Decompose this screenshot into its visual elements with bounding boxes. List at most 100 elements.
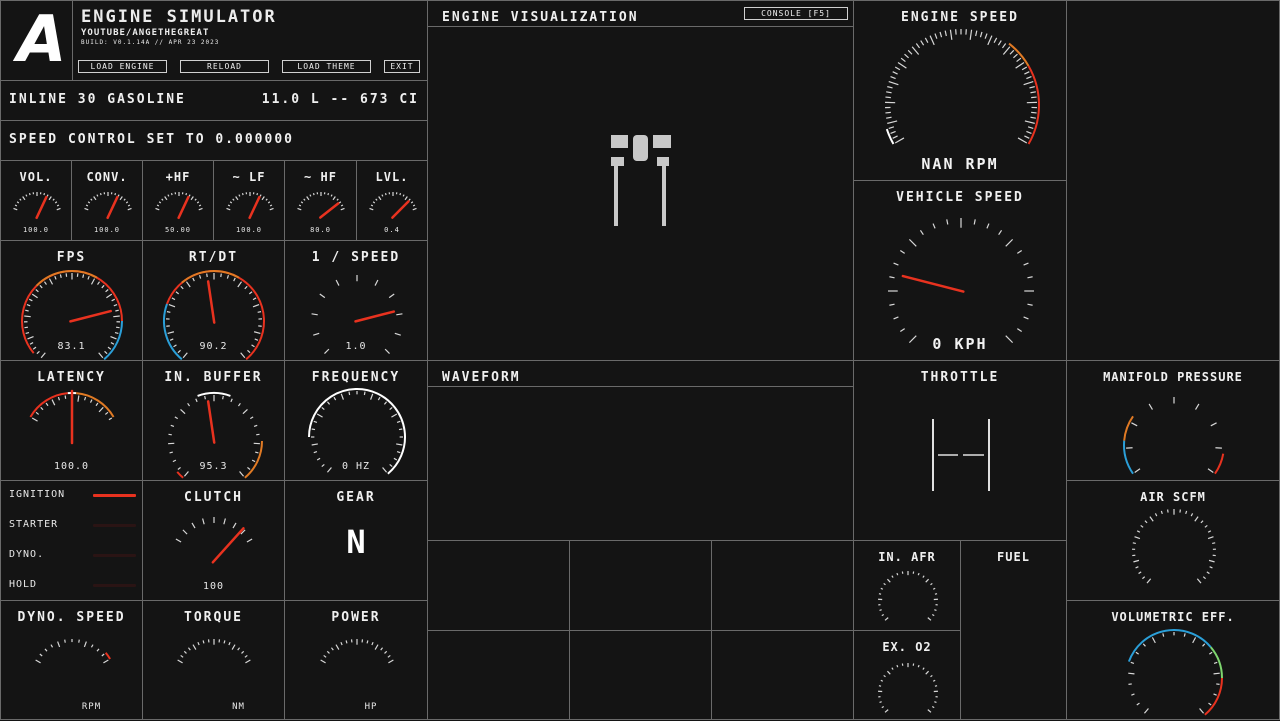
exit-button[interactable]: EXIT [384, 60, 420, 73]
gauge-tick [1210, 567, 1213, 568]
gauge-tick [926, 579, 929, 582]
gauge-tick [232, 645, 235, 650]
gauge-range-band [1009, 44, 1029, 66]
torque-unit: NM [193, 702, 284, 712]
gauge-tick [310, 195, 311, 197]
gauge-tick [327, 651, 329, 653]
gauge-tick [1144, 708, 1148, 713]
gauge-tick [909, 239, 916, 246]
gauge-tick [879, 594, 881, 595]
gauge-tick [388, 660, 393, 663]
logo-glyph: A [17, 3, 67, 77]
gauge-tick [110, 337, 116, 339]
gauge-tick [113, 316, 119, 317]
load-engine-button[interactable]: LOAD ENGINE [78, 60, 167, 73]
gauge-tick [400, 193, 401, 195]
gauge-tick [170, 452, 173, 453]
gauge-tick [85, 397, 86, 400]
gauge-tick [181, 655, 183, 657]
gauge-tick [159, 202, 161, 203]
ex-o2-dial [854, 631, 962, 721]
scope-cell [569, 540, 712, 631]
gauge-tick [1024, 263, 1029, 265]
gauge-tick [1145, 521, 1147, 523]
gauge-tick [270, 208, 274, 209]
gauge-tick [49, 279, 52, 285]
gauge-tick [188, 403, 190, 406]
gauge-needle [208, 281, 214, 322]
gauge-tick [892, 576, 893, 578]
gauge-tick [894, 263, 899, 265]
gauge-tick [1208, 469, 1213, 473]
gauge-tick [238, 282, 242, 287]
gauge-tick [312, 429, 315, 430]
gauge-tick [381, 648, 383, 650]
gauge-tick [1131, 423, 1137, 426]
gauge-tick [253, 298, 256, 300]
gauge-needle [320, 203, 338, 217]
gauge-tick [891, 131, 896, 133]
gauge-tick [120, 197, 122, 200]
gauge-tick [186, 282, 190, 287]
gauge-tick [923, 668, 924, 670]
gauge-tick [94, 197, 96, 200]
gauge-tick [337, 199, 338, 200]
gauge-tick [41, 407, 43, 409]
app-title: ENGINE SIMULATOR [81, 7, 277, 27]
dyno-indicator[interactable] [93, 554, 136, 557]
starter-indicator[interactable] [93, 524, 136, 527]
gauge-tick [109, 418, 112, 420]
gauge-tick [239, 195, 240, 197]
gauge-tick [1142, 577, 1144, 579]
gauge-tick [268, 202, 270, 203]
cylinder-head-right [653, 135, 671, 148]
gauge-tick [930, 36, 934, 45]
gauge-tick [304, 199, 305, 200]
gauge-tick [912, 47, 919, 55]
gauge-tick [999, 230, 1002, 234]
gauge-tick [88, 276, 89, 279]
gauge-tick [364, 392, 365, 395]
frequency-value: 0 HZ [285, 461, 427, 472]
gauge-tick [341, 394, 343, 400]
gauge-tick [85, 208, 89, 209]
gauge-tick [885, 97, 890, 98]
gauge-tick [1214, 694, 1217, 695]
gauge-tick [921, 41, 924, 46]
inverse-speed-gauge-panel: 1 / SPEED 1.0 [284, 240, 428, 361]
gauge-tick [233, 199, 234, 200]
hold-indicator[interactable] [93, 584, 136, 587]
gauge-tick [403, 195, 404, 197]
valve-left-head [611, 157, 624, 166]
gauge-tick [918, 573, 919, 575]
reload-button[interactable]: RELOAD [180, 60, 269, 73]
gauge-tick [998, 41, 1001, 46]
gauge-tick [1030, 92, 1035, 93]
gauge-tick [886, 92, 891, 93]
load-theme-button[interactable]: LOAD THEME [282, 60, 371, 73]
gauge-value: 0.4 [357, 226, 427, 234]
cylinder-head-left [611, 135, 628, 148]
gauge-tick [78, 396, 79, 402]
gauge-tick [106, 294, 111, 298]
inverse-speed-value: 1.0 [285, 341, 427, 352]
engine-render [428, 1, 855, 362]
gauge-tick [1214, 673, 1220, 674]
ignition-indicator[interactable] [93, 494, 136, 497]
ignition-label: IGNITION [9, 489, 65, 500]
gauge-tick [105, 412, 108, 414]
gauge-tick [241, 353, 245, 358]
gauge-tick [238, 648, 240, 650]
gauge-tick [893, 72, 898, 74]
gauge-tick [14, 208, 18, 209]
gauge-tick [908, 50, 912, 54]
gauge-tick [223, 396, 224, 399]
gauge-tick [199, 205, 201, 206]
gauge-tick [905, 54, 909, 58]
engine-name: INLINE 30 GASOLINE [9, 92, 186, 107]
gauge-tick [23, 197, 25, 200]
gauge-tick [65, 640, 66, 643]
gauge-tick [884, 583, 886, 584]
gauge-tick [221, 274, 222, 277]
throttle-panel: THROTTLE [853, 360, 1067, 541]
